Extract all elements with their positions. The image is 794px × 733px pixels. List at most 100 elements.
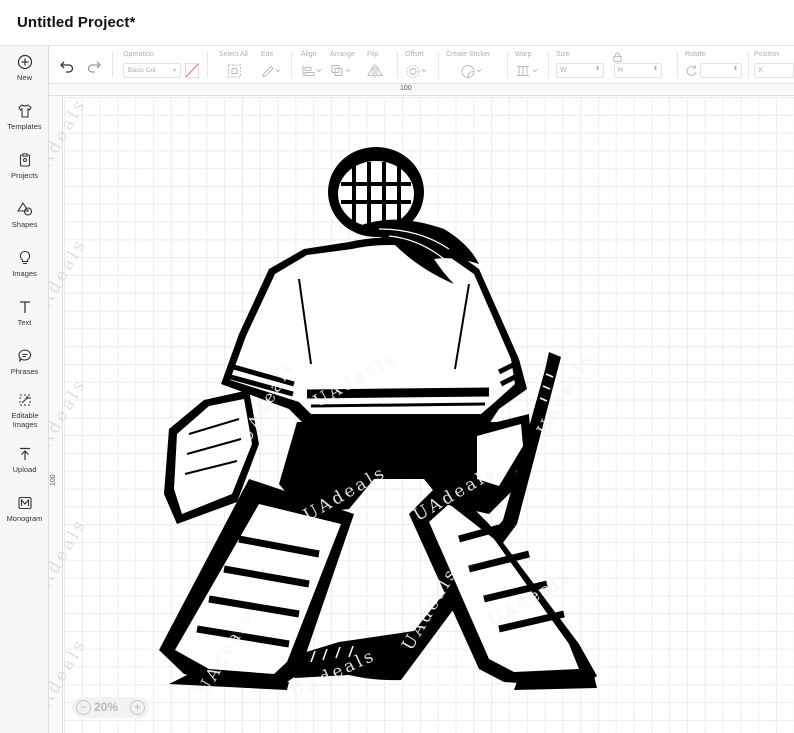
flip-group[interactable]: Flip [367, 51, 391, 81]
edit-group[interactable]: Edit [261, 51, 285, 81]
stepper-icon: ⬍ [652, 66, 658, 72]
shirt-icon [17, 104, 32, 118]
operation-group: Operation Basic Cut ▾ [123, 51, 203, 81]
design-space-window: Untitled Project* New Templates Projects… [0, 0, 794, 733]
warp-group[interactable]: Warp [515, 51, 543, 81]
shapes-icon [16, 201, 32, 216]
operation-select[interactable]: Basic Cut ▾ [123, 63, 181, 78]
left-sidebar: New Templates Projects Shapes Images Tex… [0, 46, 49, 733]
edit-label: Edit [261, 51, 274, 58]
select-all-group[interactable]: Select All [219, 51, 253, 81]
height-field[interactable]: H ⬍ [614, 63, 662, 78]
sidebar-item-templates[interactable]: Templates [0, 103, 49, 147]
redo-icon[interactable] [86, 58, 102, 74]
upload-icon [19, 447, 30, 460]
plus-circle-icon [17, 54, 32, 70]
sidebar-item-label: Images [12, 269, 37, 278]
jersey [221, 237, 527, 424]
size-group: Size W ⬍ H ⬍ [556, 51, 671, 81]
editable-image-icon [19, 394, 30, 406]
operation-label: Operation [123, 51, 154, 58]
toolbar-divider [548, 52, 549, 78]
height-label: H [618, 67, 624, 74]
toolbar-divider [507, 52, 508, 78]
lock-icon[interactable] [613, 52, 622, 62]
create-sticker-group[interactable]: Create Sticker [446, 51, 502, 81]
zoom-level: 20% [94, 700, 119, 714]
align-label: Align [301, 51, 317, 58]
lightbulb-icon [19, 250, 30, 265]
toolbar-divider [112, 52, 113, 78]
arrange-label: Arrange [330, 51, 355, 58]
align-group[interactable]: Align [301, 51, 325, 81]
sidebar-item-phrases[interactable]: Phrases [0, 348, 49, 392]
undo-icon[interactable] [59, 58, 75, 74]
sidebar-item-editable-images[interactable]: Editable Images [0, 392, 49, 440]
sidebar-item-label: Projects [10, 171, 39, 180]
sticker-icon [461, 65, 482, 78]
sidebar-item-text[interactable]: Text [0, 299, 49, 343]
stepper-icon: ⬍ [732, 66, 738, 72]
sidebar-item-label: Phrases [10, 367, 39, 376]
warp-label: Warp [515, 51, 532, 58]
title-bar: Untitled Project* [0, 0, 794, 46]
toolbar-divider [748, 52, 749, 78]
select-all-icon [228, 64, 241, 78]
sidebar-item-label: Editable Images [11, 411, 39, 429]
select-all-label: Select All [219, 51, 248, 58]
toolbar-divider [207, 52, 208, 78]
create-sticker-label: Create Sticker [446, 51, 491, 58]
position-x-label: X [758, 67, 763, 74]
sidebar-item-label: New [16, 73, 32, 82]
sidebar-item-upload[interactable]: Upload [0, 446, 49, 490]
project-title[interactable]: Untitled Project* [17, 14, 135, 31]
zoom-in-button[interactable]: + [130, 700, 145, 715]
sidebar-item-monogram[interactable]: Monogram [0, 495, 49, 539]
offset-label: Offset [405, 51, 424, 58]
sidebar-item-label: Upload [12, 465, 37, 474]
width-label: W [560, 67, 567, 74]
sidebar-item-label: Templates [7, 122, 42, 131]
sidebar-item-label: Shapes [11, 220, 38, 229]
zoom-control: − 20% + [72, 697, 149, 718]
stepper-icon: ⬍ [594, 66, 600, 72]
toolbar-divider [677, 52, 678, 78]
operation-value: Basic Cut [128, 67, 156, 74]
flip-label: Flip [367, 51, 379, 58]
offset-group[interactable]: Offset [405, 51, 433, 81]
right-leg-pad [409, 479, 597, 690]
sidebar-item-label: Monogram [6, 514, 43, 523]
rotate-label: Rotate [685, 51, 706, 58]
arrange-group[interactable]: Arrange [330, 51, 360, 81]
offset-icon [406, 65, 427, 78]
clipboard-icon [19, 153, 30, 167]
edit-toolbar: Operation Basic Cut ▾ Select All Edit Ali… [49, 46, 794, 84]
speech-bubble-icon [17, 349, 31, 362]
material-color-swatch[interactable] [185, 63, 199, 78]
position-x-field[interactable]: X [754, 63, 794, 78]
toolbar-divider [291, 52, 292, 78]
sidebar-item-projects[interactable]: Projects [0, 152, 49, 196]
align-icon [302, 65, 322, 77]
position-group: Position X [754, 51, 794, 81]
zoom-out-button[interactable]: − [76, 700, 91, 715]
position-label: Position [754, 51, 779, 58]
text-icon [19, 301, 30, 313]
size-label: Size [556, 51, 570, 58]
sidebar-item-new[interactable]: New [0, 54, 49, 98]
rotate-group: Rotate ⬍ [685, 51, 743, 81]
arrange-icon [331, 65, 351, 76]
design-canvas[interactable]: 100 100 UAdeals UAdeals UAdeals UAdeals … [49, 84, 794, 733]
rotate-icon [686, 65, 697, 76]
rotate-field[interactable]: ⬍ [700, 63, 742, 78]
hockey-goalie-image[interactable] [49, 84, 794, 733]
chevron-down-icon: ▾ [172, 68, 176, 74]
toolbar-divider [438, 52, 439, 78]
width-field[interactable]: W ⬍ [556, 63, 604, 78]
sidebar-item-images[interactable]: Images [0, 250, 49, 294]
flip-icon [367, 64, 383, 78]
sidebar-item-label: Text [17, 318, 32, 327]
sidebar-item-shapes[interactable]: Shapes [0, 201, 49, 245]
warp-icon [517, 66, 538, 76]
toolbar-divider [397, 52, 398, 78]
